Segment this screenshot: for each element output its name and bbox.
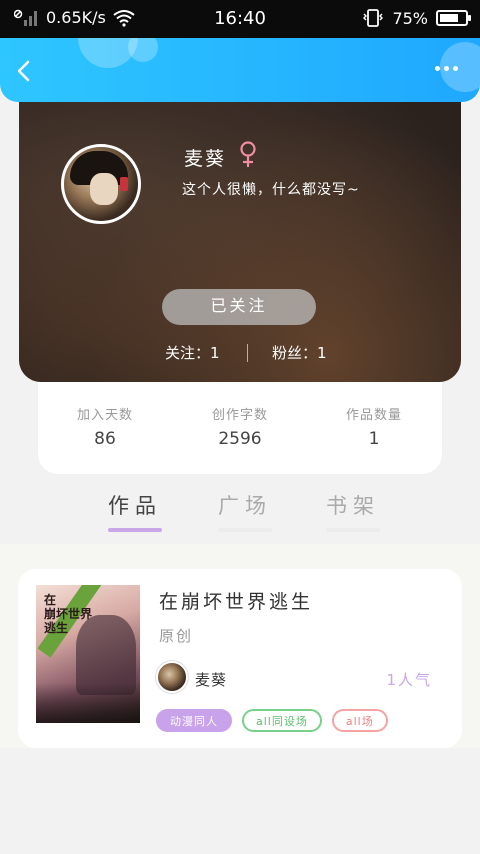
stat-label: 作品数量 <box>345 408 402 423</box>
tab-works[interactable]: 作品 <box>108 490 162 532</box>
status-bar: 0.65K/s 16:40 75% <box>0 0 480 38</box>
stat-label: 创作字数 <box>211 408 268 423</box>
stats-card: 加入天数 86 创作字数 2596 作品数量 1 <box>38 382 442 474</box>
app-header <box>0 38 480 102</box>
stat-value: 86 <box>94 429 116 449</box>
author-avatar[interactable] <box>156 661 188 693</box>
cover-title: 在 崩坏世界 逃生 <box>44 593 93 635</box>
works-list: 在 崩坏世界 逃生 在崩坏世界逃生 原创 麦葵 1人气 动漫同人 all同设场 … <box>0 544 480 748</box>
status-right: 75% <box>362 8 471 28</box>
avatar[interactable] <box>61 144 141 224</box>
decor-bubble <box>128 38 158 62</box>
book-cover[interactable]: 在 崩坏世界 逃生 <box>36 585 140 723</box>
following-count[interactable]: 关注：1 <box>165 342 220 363</box>
tab-label: 作品 <box>108 494 162 518</box>
popularity: 1人气 <box>386 671 432 689</box>
vibrate-icon <box>363 9 384 27</box>
stat-label: 加入天数 <box>76 408 133 423</box>
stat-value: 2596 <box>218 429 262 449</box>
bio: 这个人很懒，什么都没写~ <box>182 182 360 198</box>
tab-bar: 作品 广场 书架 <box>0 488 480 544</box>
author-name[interactable]: 麦葵 <box>195 669 227 690</box>
username: 麦葵 <box>184 148 227 170</box>
tab-indicator <box>108 528 162 532</box>
work-card[interactable]: 在 崩坏世界 逃生 在崩坏世界逃生 原创 麦葵 1人气 动漫同人 all同设场 … <box>18 569 462 748</box>
back-icon[interactable] <box>14 60 36 82</box>
tab-label: 书架 <box>326 494 380 518</box>
stat-word-count: 创作字数 2596 <box>180 404 300 449</box>
fans-count[interactable]: 粉丝：1 <box>272 342 327 363</box>
tab-indicator <box>218 528 272 532</box>
tag-list: 动漫同人 all同设场 all场 <box>156 709 388 732</box>
stat-works-count: 作品数量 1 <box>314 404 434 449</box>
more-options-icon[interactable] <box>435 66 458 71</box>
battery-icon <box>436 10 471 26</box>
tab-square[interactable]: 广场 <box>218 490 272 532</box>
work-type: 原创 <box>159 627 194 645</box>
battery-percent: 75% <box>392 8 428 28</box>
divider <box>247 344 248 362</box>
tab-bookshelf[interactable]: 书架 <box>326 490 380 532</box>
stat-value: 1 <box>368 429 380 449</box>
tab-label: 广场 <box>218 494 272 518</box>
female-symbol-icon <box>240 141 256 167</box>
stat-join-days: 加入天数 86 <box>45 404 165 449</box>
tab-indicator <box>326 528 380 532</box>
tag[interactable]: all场 <box>331 709 388 732</box>
work-title[interactable]: 在崩坏世界逃生 <box>159 587 313 614</box>
tag-category[interactable]: 动漫同人 <box>156 709 232 732</box>
followed-button[interactable]: 已关注 <box>162 289 316 325</box>
profile-card: 麦葵 这个人很懒，什么都没写~ 已关注 关注：1 粉丝：1 <box>19 102 461 382</box>
battery-fill <box>440 14 458 22</box>
tag[interactable]: all同设场 <box>242 709 322 732</box>
